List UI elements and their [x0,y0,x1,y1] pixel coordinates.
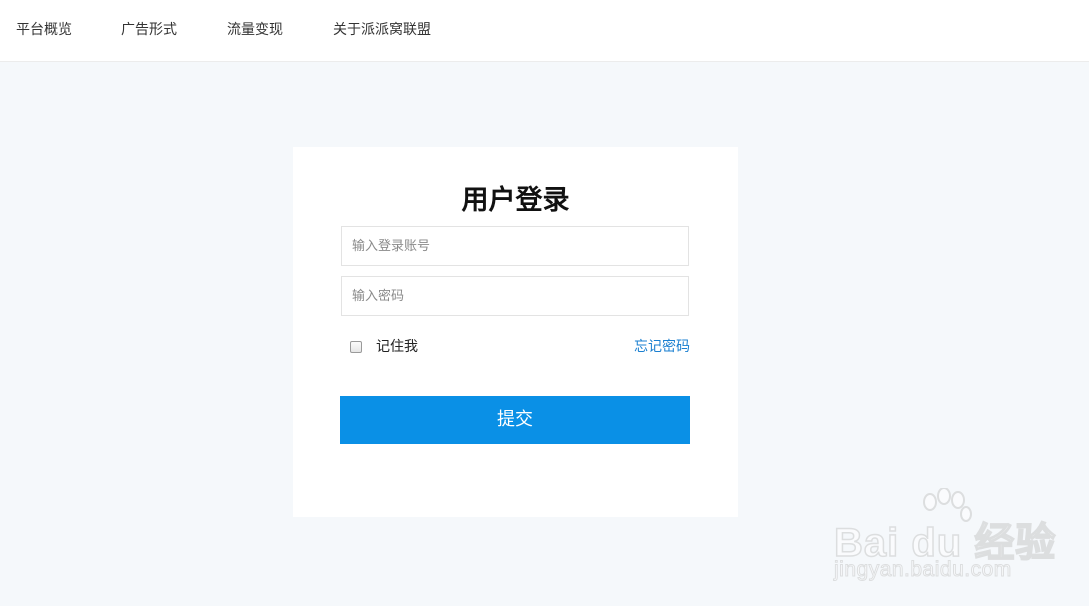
login-card: 用户登录 记住我 忘记密码 提交 [293,147,738,517]
top-navigation: 平台概览 广告形式 流量变现 关于派派窝联盟 [0,0,1089,62]
account-input[interactable] [341,226,689,266]
nav-item-traffic-monetization[interactable]: 流量变现 [227,20,283,40]
baidu-jingyan-watermark: Bai du 经验 jingyan.baidu.com [832,488,1056,588]
nav-item-ad-formats[interactable]: 广告形式 [121,20,177,40]
password-input[interactable] [341,276,689,316]
watermark-url: jingyan.baidu.com [834,558,1012,582]
forgot-password-link[interactable]: 忘记密码 [634,337,690,357]
login-title: 用户登录 [461,185,570,216]
nav-item-platform-overview[interactable]: 平台概览 [16,20,72,40]
submit-button[interactable]: 提交 [340,396,690,444]
remember-me-label: 记住我 [376,339,418,355]
remember-me-checkbox[interactable] [350,341,362,353]
nav-item-about-alliance[interactable]: 关于派派窝联盟 [333,20,431,40]
